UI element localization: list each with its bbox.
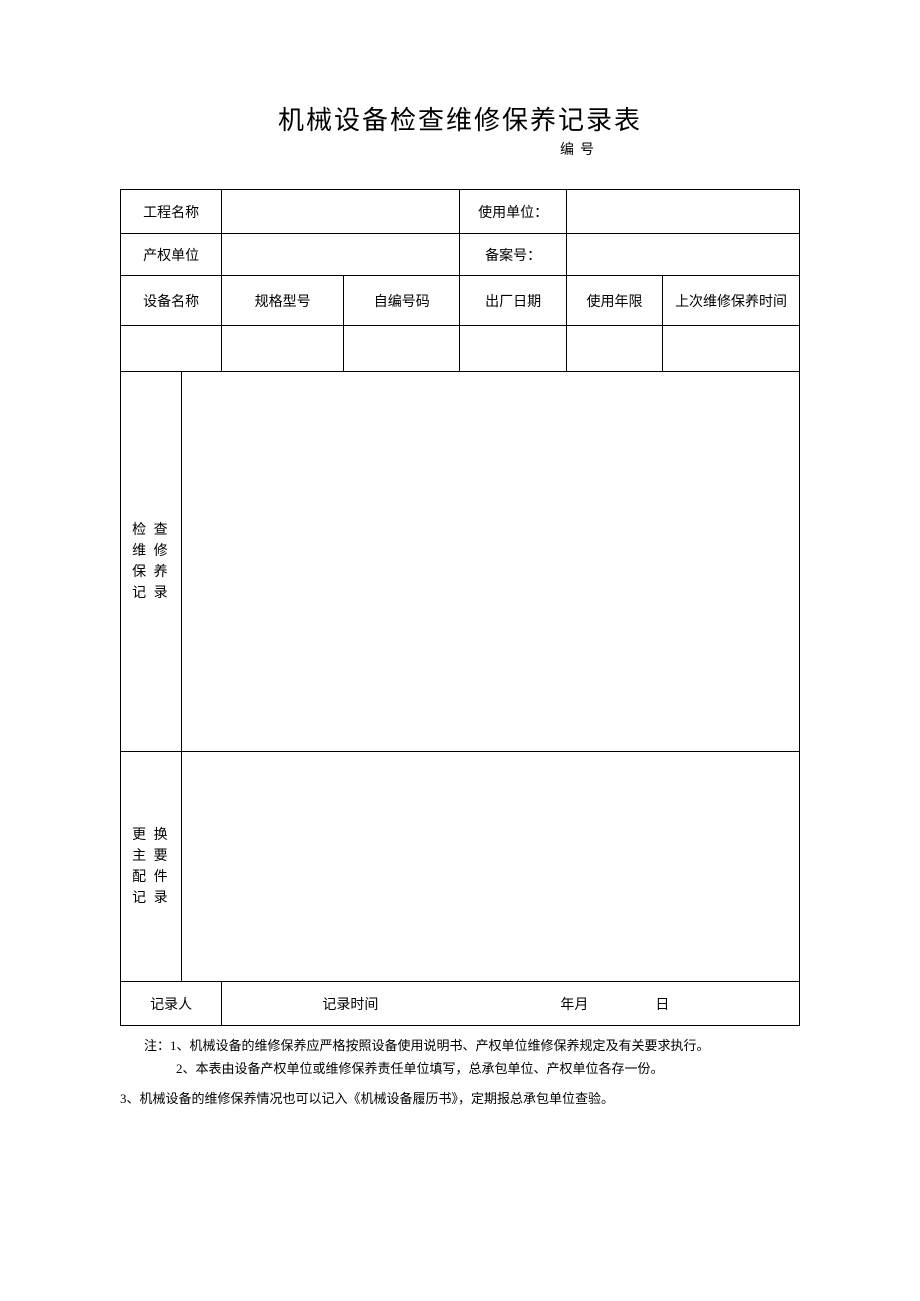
header-service-life: 使用年限: [566, 276, 662, 326]
inspection-l3: 保 养: [121, 562, 181, 583]
label-replacement-record: 更 换 主 要 配 件 记 录: [121, 752, 182, 982]
value-property-unit: [222, 234, 460, 276]
label-record-time: 记录时间: [322, 998, 378, 1013]
header-device-name: 设备名称: [121, 276, 222, 326]
replacement-l3: 配 件: [121, 867, 181, 888]
document-subtitle: 编号: [360, 139, 800, 159]
replacement-l1: 更 换: [121, 825, 181, 846]
label-user-unit: 使用单位：: [460, 190, 566, 234]
label-recorder: 记录人: [121, 982, 222, 1026]
notes-section: 注：1、机械设备的维修保养应严格按照设备使用说明书、产权单位维修保养规定及有关要…: [120, 1034, 800, 1110]
value-factory-date: [460, 326, 566, 372]
note-2: 2、本表由设备产权单位或维修保养责任单位填写，总承包单位、产权单位各存一份。: [176, 1057, 800, 1080]
inspection-l1: 检 查: [121, 520, 181, 541]
value-inspection-record: [181, 372, 799, 752]
label-project-name: 工程名称: [121, 190, 222, 234]
value-project-name: [222, 190, 460, 234]
header-last-maintenance: 上次维修保养时间: [663, 276, 800, 326]
value-record-no: [566, 234, 799, 276]
label-inspection-record: 检 查 维 修 保 养 记 录: [121, 372, 182, 752]
label-property-unit: 产权单位: [121, 234, 222, 276]
note-3: 3、机械设备的维修保养情况也可以记入《机械设备履历书》，定期报总承包单位查验。: [120, 1087, 800, 1110]
header-factory-date: 出厂日期: [460, 276, 566, 326]
replacement-l4: 记 录: [121, 888, 181, 909]
label-record-no: 备案号：: [460, 234, 566, 276]
value-spec-model: [222, 326, 344, 372]
record-time-row: 记录时间 年月 日: [222, 982, 800, 1026]
header-spec-model: 规格型号: [222, 276, 344, 326]
value-self-number: [343, 326, 460, 372]
label-year-month: 年月: [560, 998, 588, 1013]
value-device-name: [121, 326, 222, 372]
value-user-unit: [566, 190, 799, 234]
record-table: 工程名称 使用单位： 产权单位 备案号： 设备名称 规格型号 自编号码 出厂日期…: [120, 189, 800, 1026]
inspection-l4: 记 录: [121, 583, 181, 604]
inspection-l2: 维 修: [121, 541, 181, 562]
value-last-maintenance: [663, 326, 800, 372]
note-1: 注：1、机械设备的维修保养应严格按照设备使用说明书、产权单位维修保养规定及有关要…: [144, 1034, 800, 1057]
header-self-number: 自编号码: [343, 276, 460, 326]
value-replacement-record: [181, 752, 799, 982]
document-title: 机械设备检查维修保养记录表: [120, 100, 800, 137]
value-service-life: [566, 326, 662, 372]
replacement-l2: 主 要: [121, 846, 181, 867]
label-day: 日: [655, 998, 669, 1013]
